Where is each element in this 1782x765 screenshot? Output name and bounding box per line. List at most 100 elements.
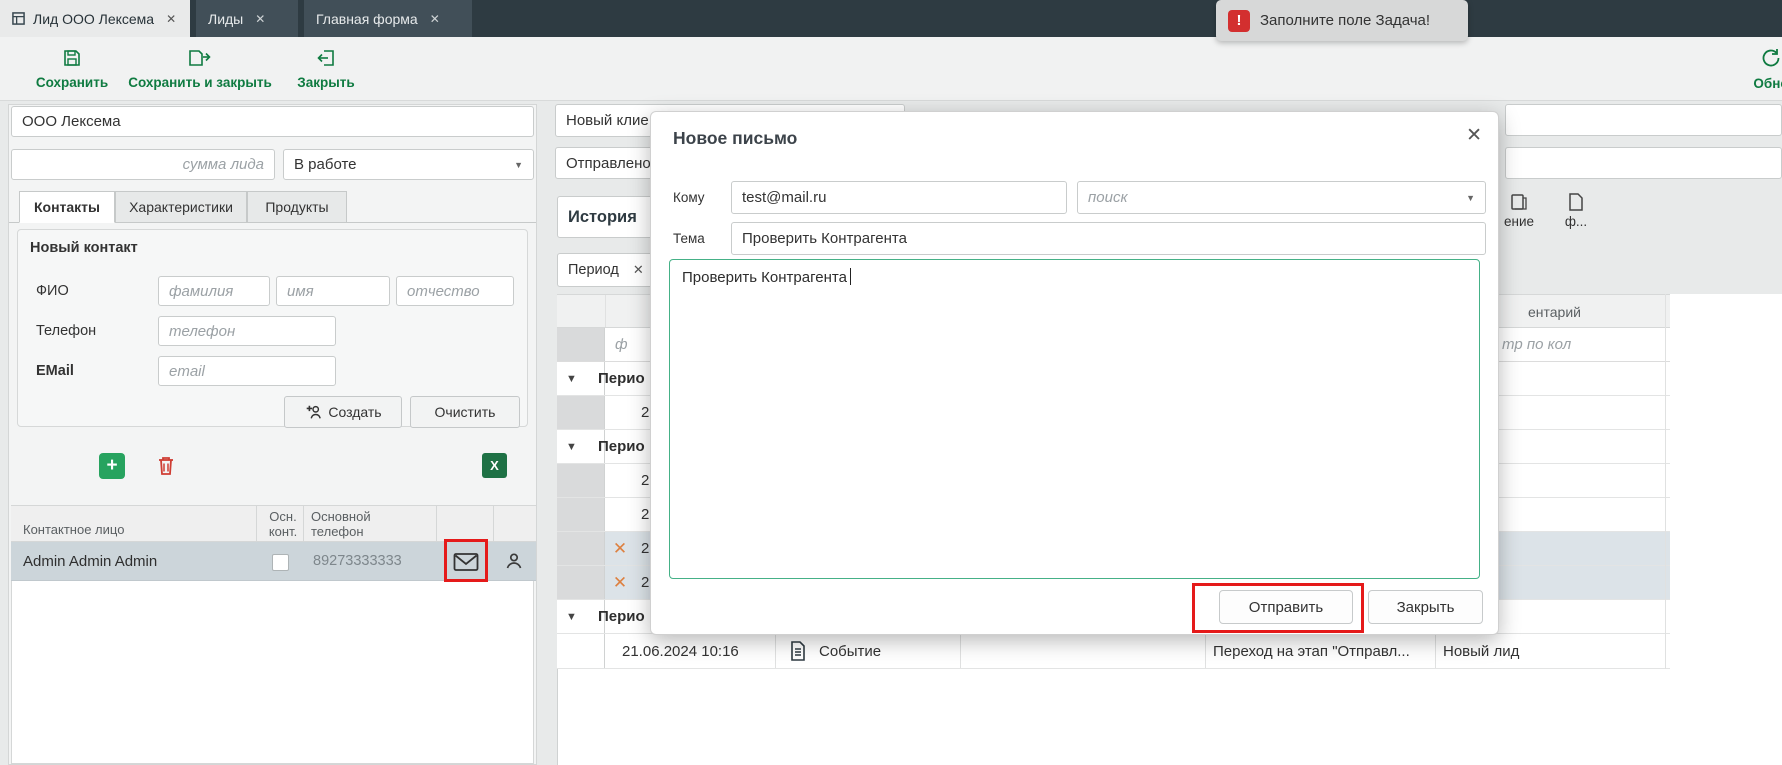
lead-name-input[interactable]: ООО Лексема — [11, 106, 534, 137]
chevron-down-icon: ▼ — [1466, 193, 1475, 203]
client-value: Новый клие — [566, 112, 649, 129]
delete-x-icon[interactable]: ✕ — [607, 566, 633, 600]
row-date: 2 — [641, 396, 649, 430]
firstname-field[interactable]: имя — [276, 276, 390, 306]
subject-input[interactable]: Проверить Контрагента — [731, 222, 1486, 255]
excel-export-button[interactable]: X — [482, 453, 507, 478]
close-form-button[interactable]: Закрыть — [286, 43, 366, 95]
lead-name-value: ООО Лексема — [22, 113, 121, 130]
excel-icon: X — [490, 458, 499, 473]
validation-toast[interactable]: ! Заполните поле Задача! — [1216, 0, 1468, 41]
row-date: 2 — [641, 532, 649, 566]
refresh-button[interactable]: Обно — [1736, 43, 1782, 95]
person-card-icon[interactable] — [505, 552, 523, 570]
add-person-icon — [304, 404, 322, 420]
tab-characteristics[interactable]: Характеристики — [115, 191, 247, 223]
right-field-top[interactable] — [1505, 104, 1782, 136]
period-chip-label: Период — [568, 262, 619, 278]
message-body-textarea[interactable]: Проверить Контрагента — [669, 259, 1480, 579]
subject-label: Тема — [673, 222, 705, 255]
phone-label: Телефон — [36, 323, 96, 339]
new-letter-dialog: Новое письмо ✕ Кому test@mail.ru поиск ▼… — [650, 111, 1499, 635]
surname-field[interactable]: фамилия — [158, 276, 270, 306]
lead-panel: ООО Лексема сумма лида В работе ▼ Контак… — [8, 104, 537, 765]
save-button[interactable]: Сохранить — [28, 43, 116, 95]
app-window: Лид ООО Лексема ✕ Лиды ✕ Главная форма ✕… — [0, 0, 1782, 765]
to-label: Кому — [673, 181, 705, 214]
lead-stage-value: В работе — [294, 156, 357, 173]
phone-field[interactable]: телефон — [158, 316, 336, 346]
row-date: 2 — [641, 464, 649, 498]
contacts-grid-body — [11, 581, 534, 764]
tab-label: Главная форма — [316, 11, 418, 27]
tab-lead[interactable]: Лид ООО Лексема ✕ — [0, 0, 190, 37]
contact-phone: 89273333333 — [313, 542, 402, 581]
refresh-icon — [1760, 47, 1782, 72]
close-tab-icon[interactable]: ✕ — [255, 12, 265, 26]
close-dialog-button[interactable]: Закрыть — [1368, 590, 1483, 624]
main-contact-checkbox[interactable] — [272, 554, 289, 571]
date-column-filter[interactable]: ф — [615, 328, 628, 361]
tab-label: Лиды — [208, 11, 243, 27]
tab-leads[interactable]: Лиды ✕ — [196, 0, 298, 37]
attachment-button[interactable]: ение — [1492, 193, 1546, 241]
delete-x-icon[interactable]: ✕ — [607, 532, 633, 566]
close-tab-icon[interactable]: ✕ — [166, 12, 176, 26]
clear-contact-button[interactable]: Очистить — [410, 396, 520, 428]
file-label: ф... — [1565, 214, 1587, 229]
close-dialog-icon[interactable]: ✕ — [1466, 124, 1482, 147]
remove-filter-icon[interactable]: ✕ — [633, 262, 644, 278]
event-description: Переход на этап "Отправл... — [1213, 634, 1410, 669]
window-tabbar: Лид ООО Лексема ✕ Лиды ✕ Главная форма ✕ — [0, 0, 1782, 37]
add-row-button[interactable]: + — [99, 453, 125, 479]
tab-contacts[interactable]: Контакты — [19, 191, 115, 223]
close-tab-icon[interactable]: ✕ — [430, 12, 440, 26]
lead-stage-select[interactable]: В работе ▼ — [283, 149, 534, 180]
close-form-icon — [316, 48, 336, 71]
tab-products[interactable]: Продукты — [247, 191, 347, 223]
message-body-text: Проверить Контрагента — [682, 269, 847, 286]
annotation-highlight — [444, 539, 488, 582]
lead-amount-input[interactable]: сумма лида — [11, 149, 275, 180]
file-icon — [1568, 193, 1584, 211]
delete-row-button[interactable] — [153, 453, 179, 479]
save-and-close-button[interactable]: Сохранить и закрыть — [125, 43, 275, 95]
surname-placeholder: фамилия — [169, 283, 233, 300]
patronymic-field[interactable]: отчество — [396, 276, 514, 306]
save-label: Сохранить — [36, 75, 108, 90]
file-button[interactable]: ф... — [1556, 193, 1596, 241]
group-label: Перио — [598, 600, 645, 634]
event-date: 21.06.2024 10:16 — [622, 634, 739, 669]
comment-column-filter[interactable]: тр по кол — [1502, 328, 1571, 361]
phone-placeholder: телефон — [169, 323, 235, 340]
form-icon — [12, 12, 25, 25]
contact-search-select[interactable]: поиск ▼ — [1077, 181, 1486, 214]
chevron-expand-icon[interactable]: ▼ — [566, 362, 577, 396]
chevron-down-icon: ▼ — [514, 160, 523, 170]
to-input[interactable]: test@mail.ru — [731, 181, 1067, 214]
col-phone-header: Основной телефон — [311, 509, 391, 539]
history-event-row[interactable]: 21.06.2024 10:16 Событие Переход на этап… — [557, 634, 1670, 669]
group-label: Перио — [598, 362, 645, 396]
tab-label: Лид ООО Лексема — [33, 11, 154, 27]
chevron-expand-icon[interactable]: ▼ — [566, 600, 577, 634]
email-field[interactable]: email — [158, 356, 336, 386]
chevron-expand-icon[interactable]: ▼ — [566, 430, 577, 464]
email-placeholder: email — [169, 363, 205, 380]
fio-label: ФИО — [36, 283, 69, 299]
tab-main-form[interactable]: Главная форма ✕ — [304, 0, 472, 37]
save-close-icon — [188, 48, 212, 71]
tab-products-label: Продукты — [265, 199, 328, 215]
save-and-close-label: Сохранить и закрыть — [128, 75, 272, 90]
create-contact-label: Создать — [328, 404, 381, 420]
toast-text: Заполните поле Задача! — [1260, 12, 1430, 29]
create-contact-button[interactable]: Создать — [284, 396, 402, 428]
event-document-icon — [790, 641, 806, 661]
close-form-label: Закрыть — [297, 75, 354, 90]
firstname-placeholder: имя — [287, 283, 314, 300]
to-value: test@mail.ru — [742, 189, 826, 206]
attachment-label: ение — [1504, 214, 1534, 229]
right-field-bottom[interactable] — [1505, 147, 1782, 179]
comment-column-header: ентарий — [1528, 295, 1581, 329]
row-date: 2 — [641, 566, 649, 600]
